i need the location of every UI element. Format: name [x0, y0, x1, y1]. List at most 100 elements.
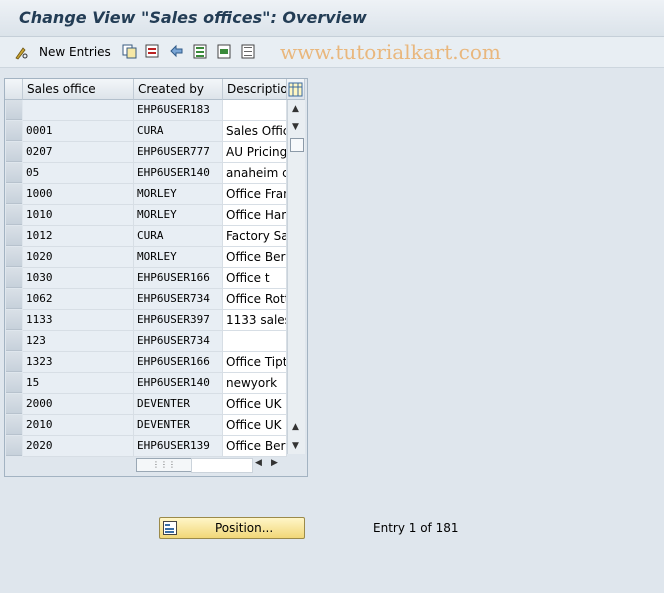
row-selector[interactable]	[6, 352, 22, 372]
sales-office-cell: 0207	[23, 142, 134, 163]
scroll-thumb[interactable]	[290, 138, 304, 152]
sales-office-cell: 1012	[23, 226, 134, 247]
description-input[interactable]: Office Rotte	[223, 289, 287, 310]
scroll-down-icon[interactable]: ▼	[292, 441, 299, 451]
sales-office-cell: 1323	[23, 352, 134, 373]
column-header-created-by[interactable]: Created by	[134, 79, 223, 100]
description-input[interactable]: AU Pricing C	[223, 142, 287, 163]
description-input[interactable]: Office UK 2	[223, 415, 287, 436]
table-row: 2000 DEVENTER Office UK 1	[5, 394, 307, 415]
sales-office-cell: 1020	[23, 247, 134, 268]
row-selector[interactable]	[6, 184, 22, 204]
description-input[interactable]: newyork	[223, 373, 287, 394]
column-settings-button[interactable]	[287, 79, 305, 100]
sales-office-cell	[23, 100, 134, 121]
sales-office-cell: 1010	[23, 205, 134, 226]
row-selector[interactable]	[6, 289, 22, 309]
row-selector[interactable]	[6, 268, 22, 288]
description-input[interactable]: Office Hamb	[223, 205, 287, 226]
created-by-cell: EHP6USER140	[134, 163, 223, 184]
sales-office-cell: 2010	[23, 415, 134, 436]
undo-icon[interactable]	[169, 44, 184, 59]
table-row: 05EHP6USER140anaheim ca	[5, 163, 307, 184]
select-all-header[interactable]	[5, 79, 23, 100]
description-input[interactable]	[223, 100, 287, 121]
scroll-up-icon[interactable]: ▲	[292, 104, 299, 114]
description-input[interactable]: Office UK 1	[223, 394, 287, 415]
row-selector[interactable]	[6, 121, 22, 141]
created-by-cell: EHP6USER166	[134, 352, 223, 373]
table-row: 1030 EHP6USER166 Office t	[5, 268, 307, 289]
pencil-glasses-icon	[15, 46, 28, 60]
created-by-cell: CURA	[134, 226, 223, 247]
select-all-icon[interactable]	[193, 44, 208, 59]
created-by-cell: DEVENTER	[134, 394, 223, 415]
select-block-icon[interactable]	[217, 44, 232, 59]
deselect-all-icon[interactable]	[241, 44, 256, 59]
row-selector[interactable]	[6, 163, 22, 183]
position-button[interactable]: Position...	[159, 517, 305, 539]
sales-office-cell: 05	[23, 163, 134, 184]
position-icon	[163, 521, 177, 535]
table-row: EHP6USER183	[5, 100, 307, 121]
created-by-cell: MORLEY	[134, 184, 223, 205]
page-down-icon[interactable]: ▼	[292, 122, 299, 132]
description-input[interactable]	[223, 331, 287, 352]
page-title: Change View "Sales offices": Overview	[19, 8, 367, 27]
created-by-cell: EHP6USER734	[134, 331, 223, 352]
table-row: 1133 EHP6USER397 1133 sales	[5, 310, 307, 331]
row-selector[interactable]	[6, 436, 22, 456]
row-selector[interactable]	[6, 331, 22, 351]
table-row: 1323EHP6USER166Office Tipto	[5, 352, 307, 373]
horizontal-scrollbar[interactable]: ⋮⋮⋮ ◀ ▶	[135, 456, 287, 473]
created-by-cell: EHP6USER734	[134, 289, 223, 310]
description-input[interactable]: Factory Sal.	[223, 226, 287, 247]
table-row: 1062EHP6USER734Office Rotte	[5, 289, 307, 310]
copy-icon[interactable]	[122, 44, 137, 59]
vertical-scrollbar[interactable]: ▲ ▼ ▲ ▼	[287, 100, 305, 454]
description-input[interactable]: Office Tipto	[223, 352, 287, 373]
horizontal-scroll-thumb[interactable]: ⋮⋮⋮	[136, 458, 192, 472]
sales-office-cell: 1000	[23, 184, 134, 205]
table-row: 2020EHP6USER139Office Berlin	[5, 436, 307, 457]
scroll-left-icon[interactable]: ◀	[255, 458, 262, 468]
delete-icon[interactable]	[145, 44, 160, 59]
created-by-cell: CURA	[134, 121, 223, 142]
column-header-sales-office[interactable]: Sales office	[23, 79, 134, 100]
row-selector[interactable]	[6, 373, 22, 393]
description-input[interactable]: Office Berlin	[223, 247, 287, 268]
sales-offices-table: Sales office Created by Description EHP6…	[4, 78, 308, 477]
row-selector[interactable]	[6, 100, 22, 120]
column-header-description[interactable]: Description	[223, 79, 287, 100]
created-by-cell: EHP6USER166	[134, 268, 223, 289]
scroll-right-icon[interactable]: ▶	[271, 458, 278, 468]
row-selector[interactable]	[6, 142, 22, 162]
row-selector[interactable]	[6, 205, 22, 225]
page-up-icon[interactable]: ▲	[292, 422, 299, 432]
table-row: 2010 DEVENTER Office UK 2	[5, 415, 307, 436]
created-by-cell: EHP6USER397	[134, 310, 223, 331]
horizontal-scroll-track[interactable]	[191, 458, 253, 473]
new-entries-label: New Entries	[39, 45, 111, 59]
row-selector[interactable]	[6, 310, 22, 330]
table-row: 123 EHP6USER734	[5, 331, 307, 352]
description-input[interactable]: 1133 sales	[223, 310, 287, 331]
description-input[interactable]: Office Frank	[223, 184, 287, 205]
description-input[interactable]: anaheim ca	[223, 163, 287, 184]
table-row: 1010MORLEYOffice Hamb	[5, 205, 307, 226]
new-entries-button[interactable]: New Entries	[14, 43, 111, 61]
description-input[interactable]: Sales Office	[223, 121, 287, 142]
description-input[interactable]: Office t	[223, 268, 287, 289]
sales-office-cell: 15	[23, 373, 134, 394]
row-selector[interactable]	[6, 247, 22, 267]
row-selector[interactable]	[6, 415, 22, 435]
table-row: 1020MORLEYOffice Berlin	[5, 247, 307, 268]
row-selector[interactable]	[6, 394, 22, 414]
position-button-label: Position...	[215, 521, 274, 535]
row-selector[interactable]	[6, 226, 22, 246]
created-by-cell: DEVENTER	[134, 415, 223, 436]
created-by-cell: EHP6USER140	[134, 373, 223, 394]
sales-office-cell: 1133	[23, 310, 134, 331]
created-by-cell: MORLEY	[134, 247, 223, 268]
description-input[interactable]: Office Berlin	[223, 436, 287, 457]
